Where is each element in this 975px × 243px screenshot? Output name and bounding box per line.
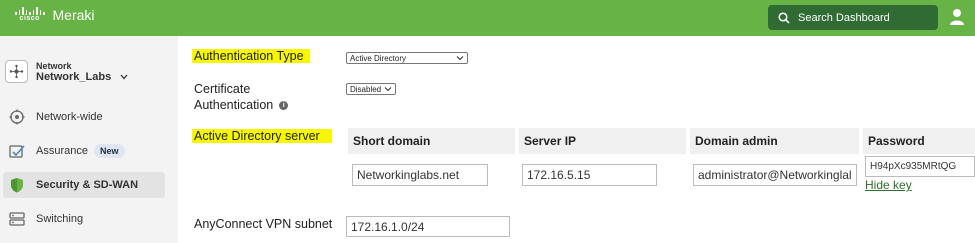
network-icon xyxy=(5,60,28,83)
certificate-authentication-select[interactable]: Disabled xyxy=(346,83,396,95)
sidebar-item-assurance[interactable]: Assurance New xyxy=(3,138,165,164)
certificate-authentication-value: Disabled xyxy=(350,84,382,94)
short-domain-input[interactable]: Networkinglabs.net xyxy=(352,164,488,186)
chevron-down-icon xyxy=(120,74,128,79)
certificate-authentication-line1: Certificate xyxy=(194,82,251,96)
sidebar-item-network-wide[interactable]: Network-wide xyxy=(3,104,165,130)
column-header-short-domain: Short domain xyxy=(348,128,515,154)
cisco-logo-text: cisco xyxy=(19,15,40,22)
column-header-server-ip: Server IP xyxy=(519,128,686,154)
sidebar-item-label: Assurance xyxy=(36,145,88,157)
info-icon[interactable]: i xyxy=(279,101,289,111)
network-selector[interactable]: Network Network_Labs xyxy=(5,60,128,83)
brand-name: Meraki xyxy=(52,7,95,23)
anyconnect-vpn-subnet-input[interactable]: 172.16.1.0/24 xyxy=(346,216,510,237)
anyconnect-vpn-subnet-label: AnyConnect VPN subnet xyxy=(194,217,333,231)
password-input[interactable]: H94pXc935MRtQG xyxy=(865,156,975,177)
authentication-type-value: Active Directory xyxy=(350,53,407,63)
switch-icon xyxy=(8,210,26,228)
search-icon xyxy=(778,11,790,24)
shield-icon xyxy=(8,176,26,194)
assurance-icon xyxy=(8,142,26,160)
column-header-password: Password xyxy=(863,128,975,154)
sidebar: Network Network_Labs Network-wide Assura… xyxy=(0,36,178,243)
search-dashboard-input[interactable]: Search Dashboard xyxy=(768,5,938,30)
search-placeholder: Search Dashboard xyxy=(798,11,890,24)
network-name: Network_Labs xyxy=(36,70,112,83)
authentication-type-select[interactable]: Active Directory xyxy=(346,52,468,64)
network-wide-icon xyxy=(8,108,26,126)
cisco-logo-icon: cisco xyxy=(15,7,45,23)
active-directory-server-label: Active Directory server xyxy=(192,129,332,143)
domain-admin-input[interactable]: administrator@Networkinglal xyxy=(693,164,857,186)
certificate-authentication-label: Certificate Authentication i xyxy=(194,81,289,113)
sidebar-item-label: Network-wide xyxy=(36,111,103,123)
sidebar-item-switching[interactable]: Switching xyxy=(3,206,165,232)
chevron-down-icon xyxy=(456,56,464,61)
chevron-down-icon xyxy=(384,87,392,92)
certificate-authentication-line2: Authentication xyxy=(194,98,274,112)
authentication-type-label: Authentication Type xyxy=(192,49,310,63)
new-badge: New xyxy=(93,144,125,158)
sidebar-item-label: Security & SD-WAN xyxy=(36,179,139,191)
server-ip-input[interactable]: 172.16.5.15 xyxy=(522,164,657,186)
brand-logo[interactable]: cisco Meraki xyxy=(15,7,95,23)
hide-key-link[interactable]: Hide key xyxy=(865,178,912,192)
sidebar-item-label: Switching xyxy=(36,213,84,225)
top-bar: cisco Meraki Search Dashboard xyxy=(0,0,975,36)
network-label: Network xyxy=(36,60,72,71)
sidebar-item-security-sd-wan[interactable]: Security & SD-WAN xyxy=(3,172,165,198)
user-icon[interactable] xyxy=(949,8,965,26)
column-header-domain-admin: Domain admin xyxy=(690,128,859,154)
